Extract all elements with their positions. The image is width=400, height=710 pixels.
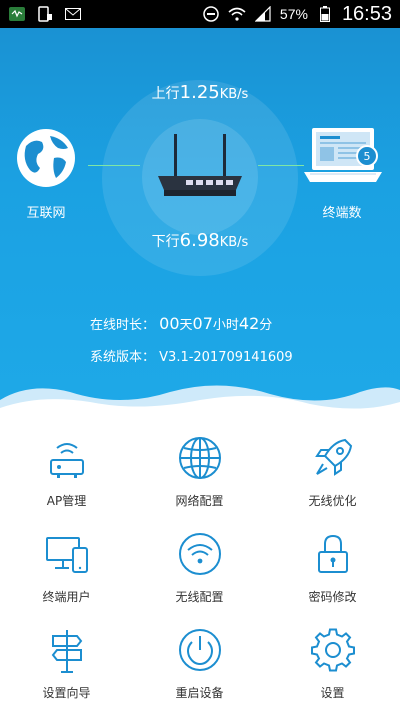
- download-label: 下行: [151, 234, 180, 250]
- menu-network-config[interactable]: 网络配置: [133, 424, 266, 520]
- phone-notification-icon: [36, 6, 54, 22]
- status-bar: 57% 16:53: [0, 0, 400, 28]
- wifi-status-icon: [228, 6, 246, 22]
- menu-network-label: 网络配置: [175, 494, 224, 508]
- router-icon[interactable]: [152, 132, 248, 204]
- do-not-disturb-icon: [202, 6, 220, 22]
- menu-wireless-optimize[interactable]: 无线优化: [266, 424, 399, 520]
- online-days-unit: 天: [179, 318, 193, 333]
- upload-value: 1.25: [179, 82, 220, 103]
- internet-label: 互联网: [26, 206, 66, 221]
- terminals-label: 终端数: [322, 206, 362, 221]
- online-hours-unit: 小时: [212, 318, 239, 333]
- upload-speed: 上行1.25KB/s: [0, 82, 400, 103]
- wifi-icon: [178, 533, 221, 575]
- menu-wizard-label: 设置向导: [42, 686, 91, 700]
- power-icon: [178, 629, 221, 671]
- menu-wireless-config[interactable]: 无线配置: [133, 520, 266, 616]
- download-value: 6.98: [179, 230, 220, 251]
- menu-ap-label: AP管理: [46, 494, 87, 508]
- rocket-icon: [314, 438, 352, 476]
- online-minutes-unit: 分: [259, 318, 273, 333]
- menu-ap-management[interactable]: AP管理: [0, 424, 133, 520]
- menu-settings[interactable]: 设置: [266, 616, 399, 710]
- ap-router-icon: [49, 443, 84, 478]
- battery-percent: 57%: [279, 6, 308, 22]
- menu-setup-wizard[interactable]: 设置向导: [0, 616, 133, 710]
- menu-reboot-device[interactable]: 重启设备: [133, 616, 266, 710]
- online-days: 00: [159, 314, 180, 333]
- internet-link-line: [88, 165, 140, 166]
- menu-wireless-opt-label: 无线优化: [308, 494, 357, 508]
- lock-icon: [317, 534, 348, 573]
- menu-wireless-config-label: 无线配置: [175, 590, 224, 604]
- menu-password-change[interactable]: 密码修改: [266, 520, 399, 616]
- gear-icon: [310, 628, 355, 672]
- version-label: 系统版本：: [90, 350, 156, 365]
- function-grid: AP管理 网络配置 无线优化 终端用户 无线配置 密码修改 设置向导 重启设备 …: [0, 420, 400, 710]
- download-speed: 下行6.98KB/s: [0, 230, 400, 251]
- menu-password-label: 密码修改: [308, 590, 357, 604]
- online-label: 在线时长：: [90, 318, 156, 333]
- hero-panel: 上行1.25KB/s 下行6.98KB/s 互联网 5 终端数 在线时长： 00…: [0, 28, 400, 420]
- online-hours: 07: [192, 314, 213, 333]
- signal-icon: [254, 6, 272, 22]
- mail-icon: [64, 6, 82, 22]
- menu-reboot-label: 重启设备: [175, 686, 224, 700]
- online-minutes: 42: [238, 314, 260, 333]
- terminal-count-badge: 5: [356, 145, 378, 167]
- version-value: V3.1-201709141609: [159, 350, 293, 365]
- network-globe-icon: [178, 437, 221, 479]
- menu-settings-label: 设置: [320, 686, 345, 700]
- signpost-icon: [51, 630, 82, 673]
- menu-terminal-users-label: 终端用户: [42, 590, 91, 604]
- menu-terminal-users[interactable]: 终端用户: [0, 520, 133, 616]
- online-duration: 在线时长： 00天07小时42分: [90, 314, 272, 333]
- devices-icon: [45, 537, 88, 573]
- clock: 16:53: [341, 2, 392, 25]
- battery-icon: [316, 6, 334, 22]
- download-unit: KB/s: [219, 235, 249, 250]
- wave-decoration: [0, 385, 400, 420]
- globe-icon[interactable]: [16, 128, 76, 188]
- upload-label: 上行: [151, 86, 180, 102]
- app-notification-icon: [8, 6, 26, 22]
- system-version: 系统版本： V3.1-201709141609: [90, 346, 293, 365]
- upload-unit: KB/s: [219, 87, 249, 102]
- terminal-link-line: [258, 165, 304, 166]
